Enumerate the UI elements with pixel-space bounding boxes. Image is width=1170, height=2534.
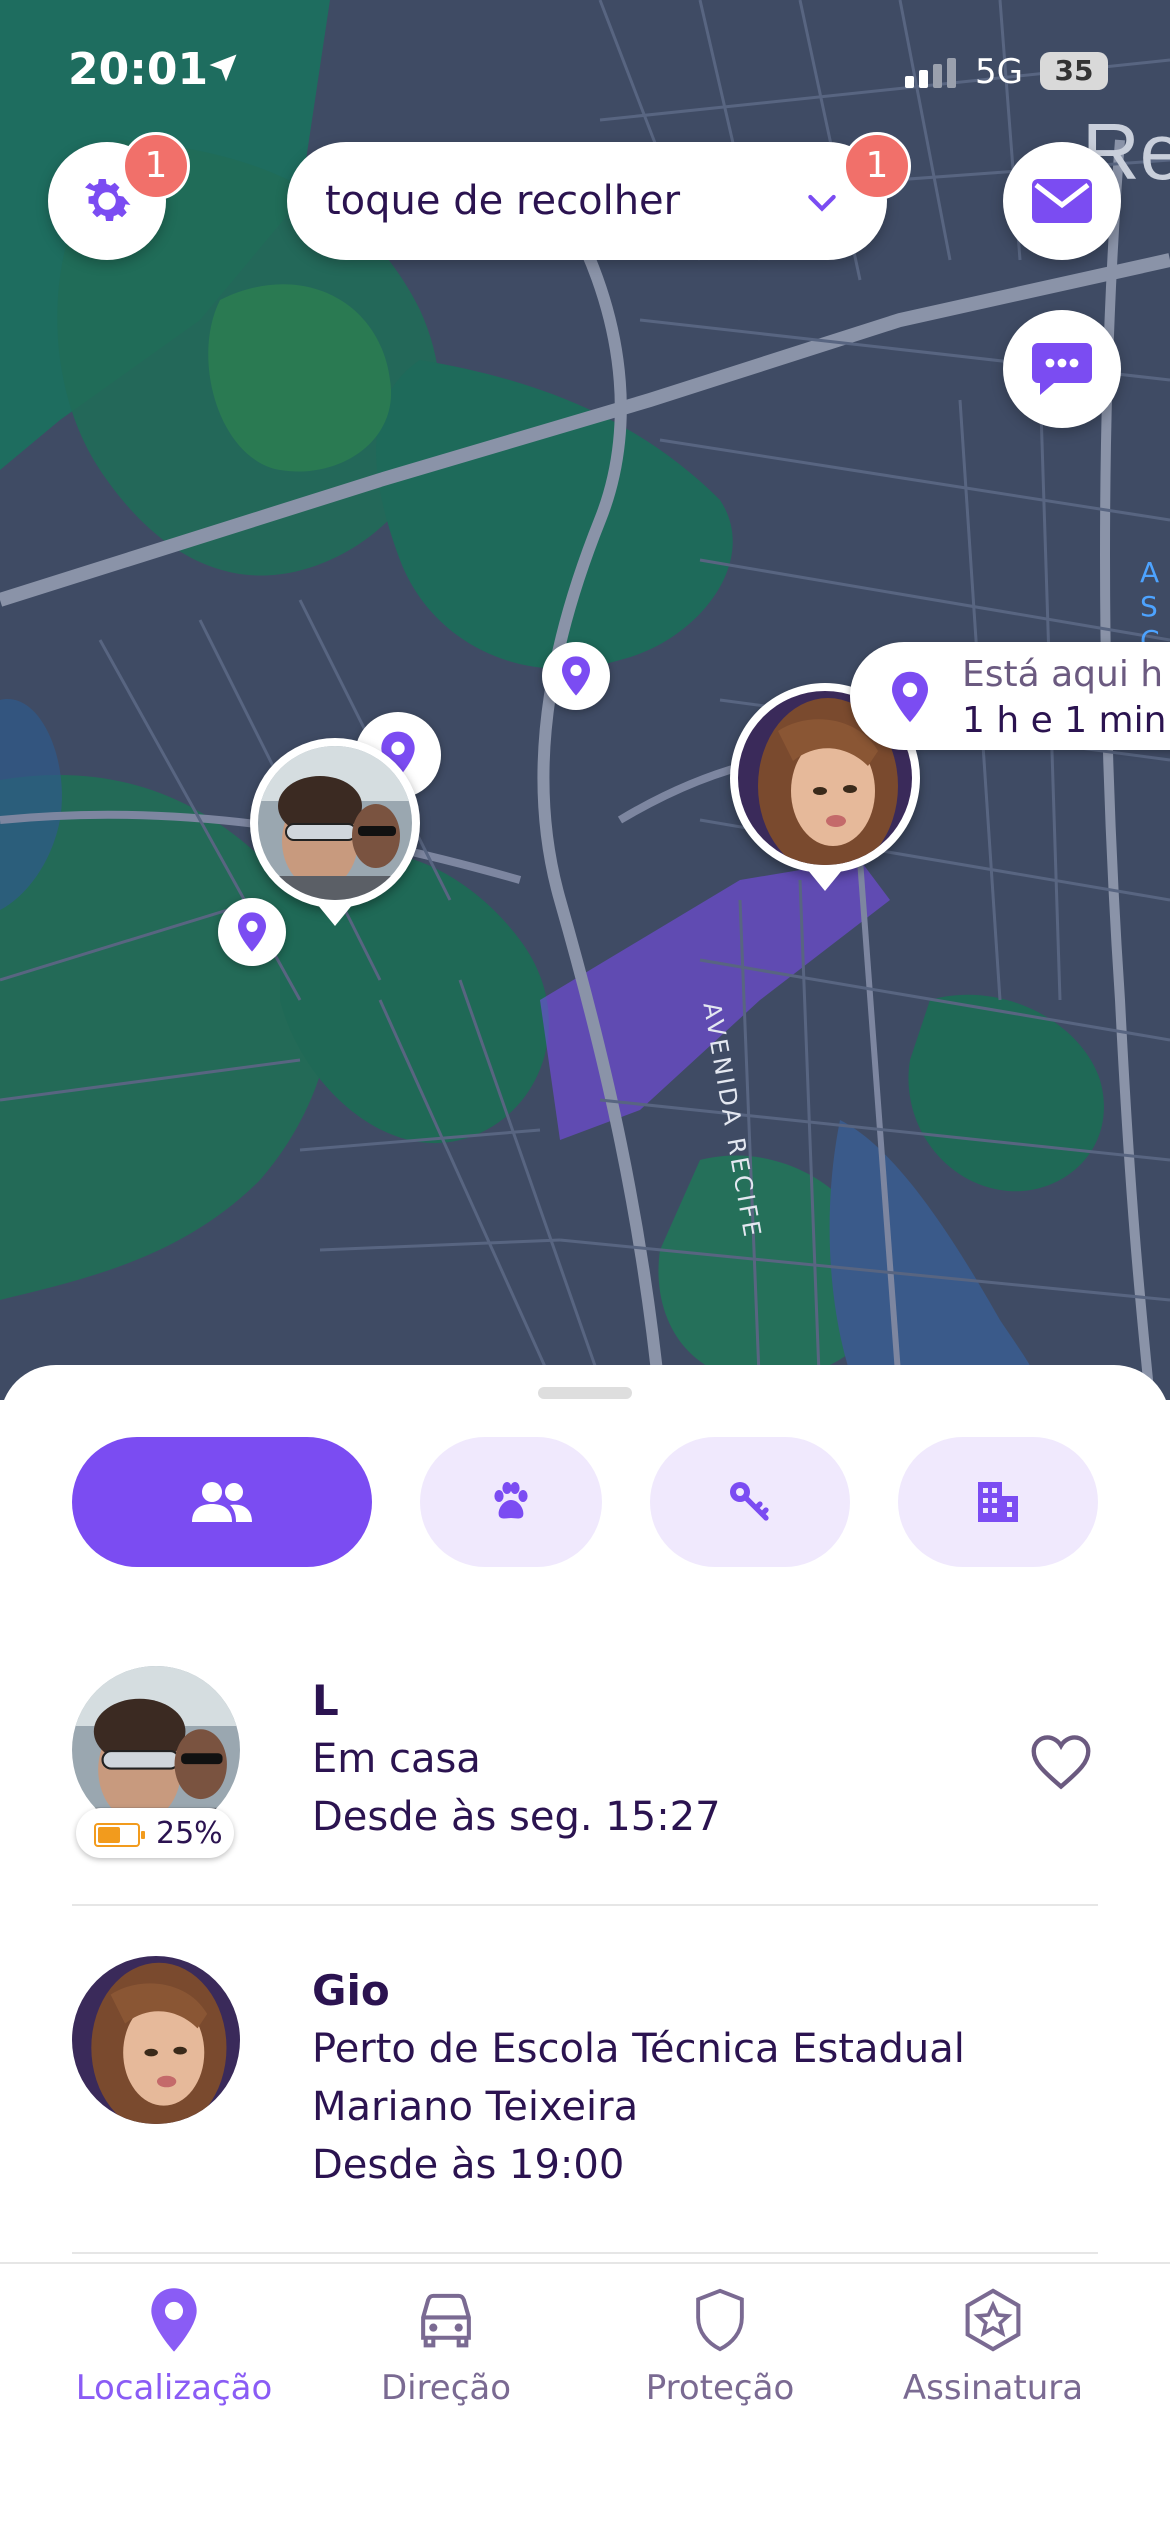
location-arrow-icon: [209, 54, 237, 82]
network-type: 5G: [975, 52, 1023, 92]
location-pin-icon: [892, 671, 928, 723]
location-pin-icon: [151, 2288, 197, 2352]
place-pin-3[interactable]: [218, 898, 286, 966]
status-bar: 20:01 5G 35: [0, 0, 1170, 140]
tab-assinatura[interactable]: Assinatura: [863, 2286, 1123, 2408]
member-name: Gio: [312, 1966, 390, 2015]
segment-people[interactable]: [72, 1437, 372, 1567]
chevron-down-icon: [808, 194, 836, 212]
callout-line-1: Está aqui h: [962, 654, 1164, 695]
battery-indicator: 35: [1040, 52, 1108, 90]
place-pin-1[interactable]: [542, 642, 610, 710]
segment-items[interactable]: [650, 1437, 850, 1567]
status-time: 20:01: [68, 44, 209, 95]
heart-icon[interactable]: [1028, 1732, 1094, 1792]
people-icon: [192, 1482, 252, 1522]
building-icon: [978, 1482, 1018, 1522]
sheet-drag-handle[interactable]: [538, 1387, 632, 1399]
member-row-gio[interactable]: Gio Perto de Escola Técnica Estadual Mar…: [0, 1950, 1170, 2250]
member-location-line-1: Perto de Escola Técnica Estadual: [312, 2026, 965, 2072]
member-location-line-2: Mariano Teixeira: [312, 2084, 639, 2130]
paw-icon: [494, 1482, 528, 1519]
circle-selector-badge: 1: [843, 132, 911, 200]
tab-protecao[interactable]: Proteção: [590, 2286, 850, 2408]
segment-places[interactable]: [898, 1437, 1098, 1567]
circle-selector-dropdown[interactable]: toque de recolher: [287, 142, 887, 260]
tab-direcao[interactable]: Direção: [316, 2286, 576, 2408]
segment-pets[interactable]: [420, 1437, 602, 1567]
signal-icon: [905, 58, 956, 88]
member-since: Desde às seg. 15:27: [312, 1794, 721, 1840]
member-marker-l[interactable]: [250, 738, 420, 926]
callout-line-2: 1 h e 1 min: [962, 700, 1167, 741]
chat-bubble-icon: [1032, 343, 1092, 395]
bottom-tab-bar: Localização Direção Proteção Assinatura: [0, 2262, 1170, 2534]
avatar: [72, 1956, 240, 2124]
chat-button[interactable]: [1003, 310, 1121, 428]
member-location-callout[interactable]: Está aqui h 1 h e 1 min: [850, 642, 1170, 750]
settings-badge: 1: [122, 132, 190, 200]
shield-icon: [696, 2288, 744, 2352]
member-row-l[interactable]: L Em casa Desde às seg. 15:27: [0, 1660, 1170, 1900]
envelope-icon: [1032, 179, 1092, 223]
tab-label: Direção: [380, 2368, 512, 2408]
messages-button[interactable]: [1003, 142, 1121, 260]
divider: [72, 1904, 1098, 1906]
tab-label: Assinatura: [902, 2368, 1084, 2408]
battery-icon: [94, 1823, 145, 1847]
location-pin-icon: [238, 912, 266, 952]
member-name: L: [312, 1676, 339, 1725]
circle-selector-label: toque de recolher: [325, 178, 681, 224]
battery-level: 25%: [156, 1816, 223, 1851]
divider: [72, 2252, 1098, 2254]
battery-chip: 25%: [76, 1808, 234, 1858]
tab-label: Proteção: [645, 2368, 795, 2408]
car-icon: [421, 2293, 471, 2348]
star-badge-icon: [965, 2288, 1021, 2352]
member-location: Em casa: [312, 1736, 481, 1782]
member-since: Desde às 19:00: [312, 2142, 625, 2188]
tab-localizacao[interactable]: Localização: [44, 2286, 304, 2408]
location-pin-icon: [562, 656, 590, 696]
tab-label: Localização: [75, 2368, 273, 2408]
keys-icon: [730, 1482, 769, 1521]
avatar: [258, 746, 412, 900]
